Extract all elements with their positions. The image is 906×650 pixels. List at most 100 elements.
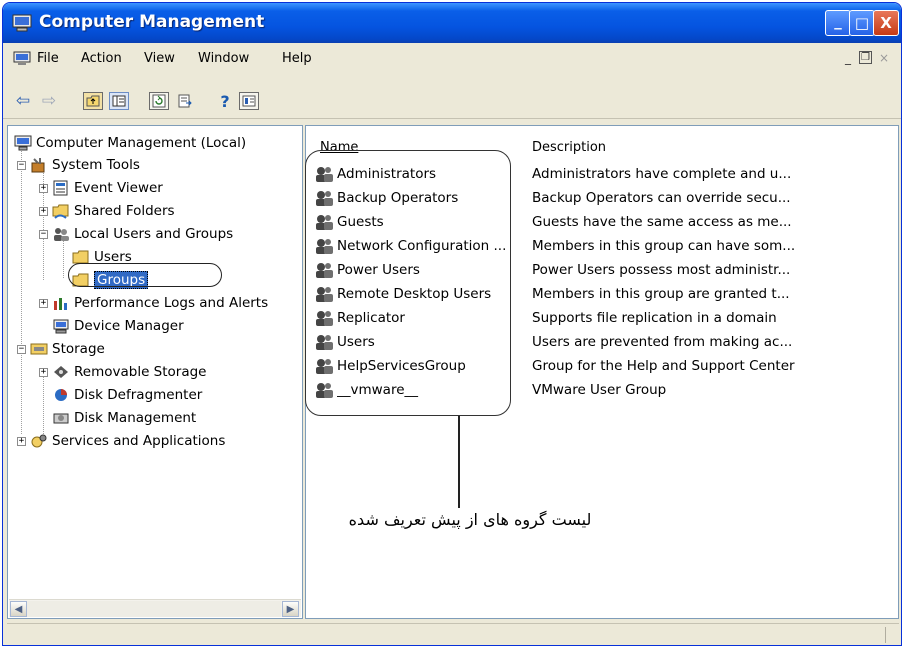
folder-icon xyxy=(72,273,89,287)
event-viewer-icon xyxy=(53,180,68,196)
maximize-icon: □ xyxy=(854,14,870,32)
list-item[interactable]: Users Users are prevented from making ac… xyxy=(314,330,814,354)
system-tools-icon xyxy=(31,158,45,173)
collapse-storage[interactable]: − xyxy=(17,345,26,354)
group-icon xyxy=(316,359,333,374)
tree-item-removable-storage[interactable]: Removable Storage xyxy=(52,361,207,383)
services-applications-icon xyxy=(31,434,47,448)
collapse-local-users-groups[interactable]: − xyxy=(39,230,48,239)
back-icon[interactable]: ⇦ xyxy=(13,91,33,111)
tree-item-disk-management[interactable]: Disk Management xyxy=(52,407,196,429)
menu-help[interactable]: Help xyxy=(282,51,312,66)
tree-item-label: System Tools xyxy=(52,157,140,173)
minimize-icon: _ xyxy=(834,12,842,30)
list-item[interactable]: Administrators Administrators have compl… xyxy=(314,162,814,186)
tree-item-label: Storage xyxy=(52,341,105,357)
group-icon xyxy=(316,263,333,278)
toolbar: ⇦ ⇨ ? xyxy=(3,73,901,119)
tree-item-services-applications[interactable]: Services and Applications xyxy=(30,430,225,452)
column-header-name[interactable]: Name xyxy=(320,140,358,155)
list-item[interactable]: Remote Desktop Users Members in this gro… xyxy=(314,282,814,306)
tree-item-label: Performance Logs and Alerts xyxy=(74,295,269,311)
tree-item-label: Removable Storage xyxy=(74,364,207,380)
export-list-icon[interactable] xyxy=(175,92,195,110)
refresh-icon[interactable] xyxy=(149,92,169,110)
close-button[interactable]: X xyxy=(873,10,899,36)
computer-management-icon xyxy=(14,135,32,151)
menu-bar: File Action View Window Help _ ❐ × xyxy=(3,43,901,73)
tree-item-computer-management[interactable]: Computer Management (Local) xyxy=(14,132,246,154)
tree-item-system-tools[interactable]: System Tools xyxy=(30,154,140,176)
minimize-button[interactable]: _ xyxy=(825,10,851,36)
list-item[interactable]: __vmware__ VMware User Group xyxy=(314,378,814,402)
menu-window[interactable]: Window xyxy=(198,51,249,66)
system-menu-icon[interactable] xyxy=(13,51,31,66)
list-item[interactable]: Power Users Power Users possess most adm… xyxy=(314,258,814,282)
tree-item-storage[interactable]: Storage xyxy=(30,338,105,360)
menu-file[interactable]: File xyxy=(37,51,59,66)
window-title: Computer Management xyxy=(39,12,265,32)
expand-event-viewer[interactable]: + xyxy=(39,184,48,193)
removable-storage-icon xyxy=(54,366,68,378)
tree-horizontal-scrollbar[interactable]: ◀ ▶ xyxy=(9,599,301,617)
mdi-close-button[interactable]: × xyxy=(879,51,889,65)
expand-services-applications[interactable]: + xyxy=(17,437,26,446)
tree-item-shared-folders[interactable]: Shared Folders xyxy=(52,200,175,222)
tree-item-label: Disk Defragmenter xyxy=(74,387,203,403)
disk-management-icon xyxy=(53,413,69,424)
group-icon xyxy=(316,191,333,206)
group-icon xyxy=(316,311,333,326)
tree-item-local-users-and-groups[interactable]: Local Users and Groups xyxy=(52,223,233,245)
tree-item-users[interactable]: Users xyxy=(72,246,132,268)
tree-item-event-viewer[interactable]: Event Viewer xyxy=(52,177,163,199)
tree-item-label: Disk Management xyxy=(74,410,197,426)
expand-shared-folders[interactable]: + xyxy=(39,207,48,216)
expand-performance-logs[interactable]: + xyxy=(39,299,48,308)
scroll-thumb[interactable] xyxy=(27,601,281,617)
list-item[interactable]: Replicator Supports file replication in … xyxy=(314,306,814,330)
maximize-button[interactable]: □ xyxy=(849,10,875,36)
up-folder-icon[interactable] xyxy=(83,92,103,110)
group-icon xyxy=(316,287,333,302)
column-header-description[interactable]: Description xyxy=(532,140,606,155)
expand-removable-storage[interactable]: + xyxy=(39,368,48,377)
computer-management-icon xyxy=(12,14,32,32)
folder-icon xyxy=(72,250,89,264)
mdi-restore-button[interactable]: ❐ xyxy=(859,51,872,64)
scroll-right-icon[interactable]: ▶ xyxy=(282,601,299,617)
tree-item-device-manager[interactable]: Device Manager xyxy=(52,315,184,337)
group-icon xyxy=(316,167,333,182)
tree-item-label: Event Viewer xyxy=(74,180,163,196)
forward-icon: ⇨ xyxy=(41,91,57,111)
tree-item-performance-logs[interactable]: Performance Logs and Alerts xyxy=(52,292,298,314)
tree-item-label: Shared Folders xyxy=(74,203,175,219)
list-item[interactable]: HelpServicesGroup Group for the Help and… xyxy=(314,354,814,378)
shared-folder-icon xyxy=(52,204,69,219)
help-icon[interactable]: ? xyxy=(215,92,235,111)
group-icon xyxy=(316,383,333,398)
list-item[interactable]: Guests Guests have the same access as me… xyxy=(314,210,814,234)
scroll-left-icon[interactable]: ◀ xyxy=(10,601,27,617)
callout-line xyxy=(458,416,460,508)
tree-item-label: Users xyxy=(94,249,132,265)
show-hide-tree-icon[interactable] xyxy=(109,92,129,110)
group-list-view[interactable]: Name Description Administrators Administ… xyxy=(305,125,899,619)
callout-caption: لیست گروه های از پیش تعریف شده xyxy=(348,510,592,529)
group-icon xyxy=(316,215,333,230)
tree-item-groups[interactable]: Groups xyxy=(72,269,149,291)
collapse-system-tools[interactable]: − xyxy=(17,161,26,170)
menu-action[interactable]: Action xyxy=(81,51,122,66)
close-icon: X xyxy=(880,14,892,32)
tree-item-disk-defragmenter[interactable]: Disk Defragmenter xyxy=(52,384,202,406)
tree-item-label: Device Manager xyxy=(74,318,184,334)
mdi-minimize-button[interactable]: _ xyxy=(845,51,851,65)
properties-icon[interactable] xyxy=(239,92,259,110)
users-groups-icon xyxy=(54,228,69,241)
list-item[interactable]: Network Configuration ... Members in thi… xyxy=(314,234,814,258)
title-bar[interactable]: Computer Management _ □ X xyxy=(3,3,901,43)
group-icon xyxy=(316,335,333,350)
list-item[interactable]: Backup Operators Backup Operators can ov… xyxy=(314,186,814,210)
status-separator xyxy=(885,627,886,643)
console-tree[interactable]: Computer Management (Local) − System Too… xyxy=(7,125,303,619)
menu-view[interactable]: View xyxy=(144,51,175,66)
